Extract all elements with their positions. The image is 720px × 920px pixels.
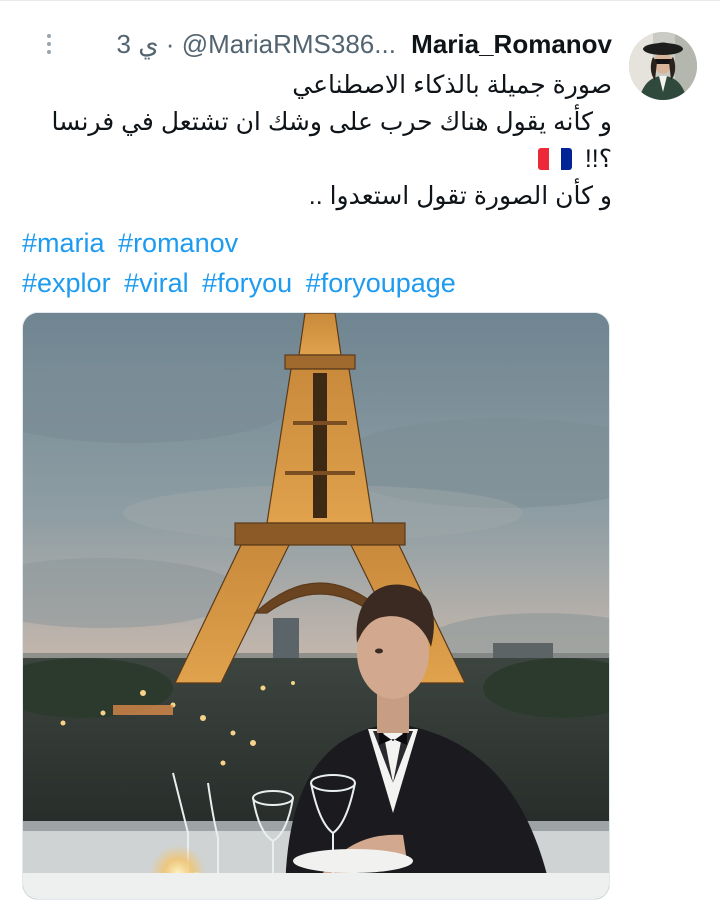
- hashtag-row: #maria #romanov: [22, 223, 622, 263]
- tweet-line: و كأنه يقول هناك حرب على وشك ان تشتعل في…: [51, 108, 612, 136]
- tweet-line: و كأن الصورة تقول استعدوا ..: [308, 182, 612, 210]
- tweet-line: صورة جميلة بالذكاء الاصطناعي: [292, 71, 612, 99]
- hashtag-link[interactable]: #romanov: [118, 228, 238, 258]
- avatar-image: [629, 32, 697, 100]
- vertical-ellipsis-icon: [47, 34, 51, 38]
- author-handle[interactable]: @MariaRMS386...: [182, 29, 396, 59]
- tweet-media-photo[interactable]: [22, 312, 610, 900]
- hashtag-link[interactable]: #viral: [124, 268, 189, 298]
- tweet-time[interactable]: 3 ي: [117, 29, 159, 59]
- hashtag-link[interactable]: #foryou: [202, 268, 292, 298]
- tweet-line-text: ؟!!: [584, 145, 612, 173]
- more-options-button[interactable]: [42, 31, 56, 61]
- meta-separator: ·: [165, 29, 175, 59]
- tweet-line: ؟!!: [22, 141, 612, 178]
- hashtag-link[interactable]: #explor: [22, 268, 111, 298]
- hashtags: #maria #romanov #explor #viral #foryou #…: [22, 223, 622, 303]
- photo-eiffel-tower-dinner: [23, 313, 609, 899]
- hashtag-row: #explor #viral #foryou #foryoupage: [22, 263, 622, 303]
- hashtag-link[interactable]: #foryoupage: [306, 268, 456, 298]
- tweet-header: 3 ي · @MariaRMS386... Maria_Romanov: [20, 29, 612, 61]
- hashtag-link[interactable]: #maria: [22, 228, 105, 258]
- tweet-card[interactable]: 3 ي · @MariaRMS386... Maria_Romanov صورة…: [0, 0, 720, 920]
- tweet-text: صورة جميلة بالذكاء الاصطناعي و كأنه يقول…: [22, 67, 612, 215]
- author-avatar[interactable]: [629, 32, 697, 100]
- tweet-meta: 3 ي · @MariaRMS386... Maria_Romanov: [117, 29, 613, 59]
- author-display-name[interactable]: Maria_Romanov: [411, 29, 612, 59]
- french-flag-icon: [537, 148, 572, 170]
